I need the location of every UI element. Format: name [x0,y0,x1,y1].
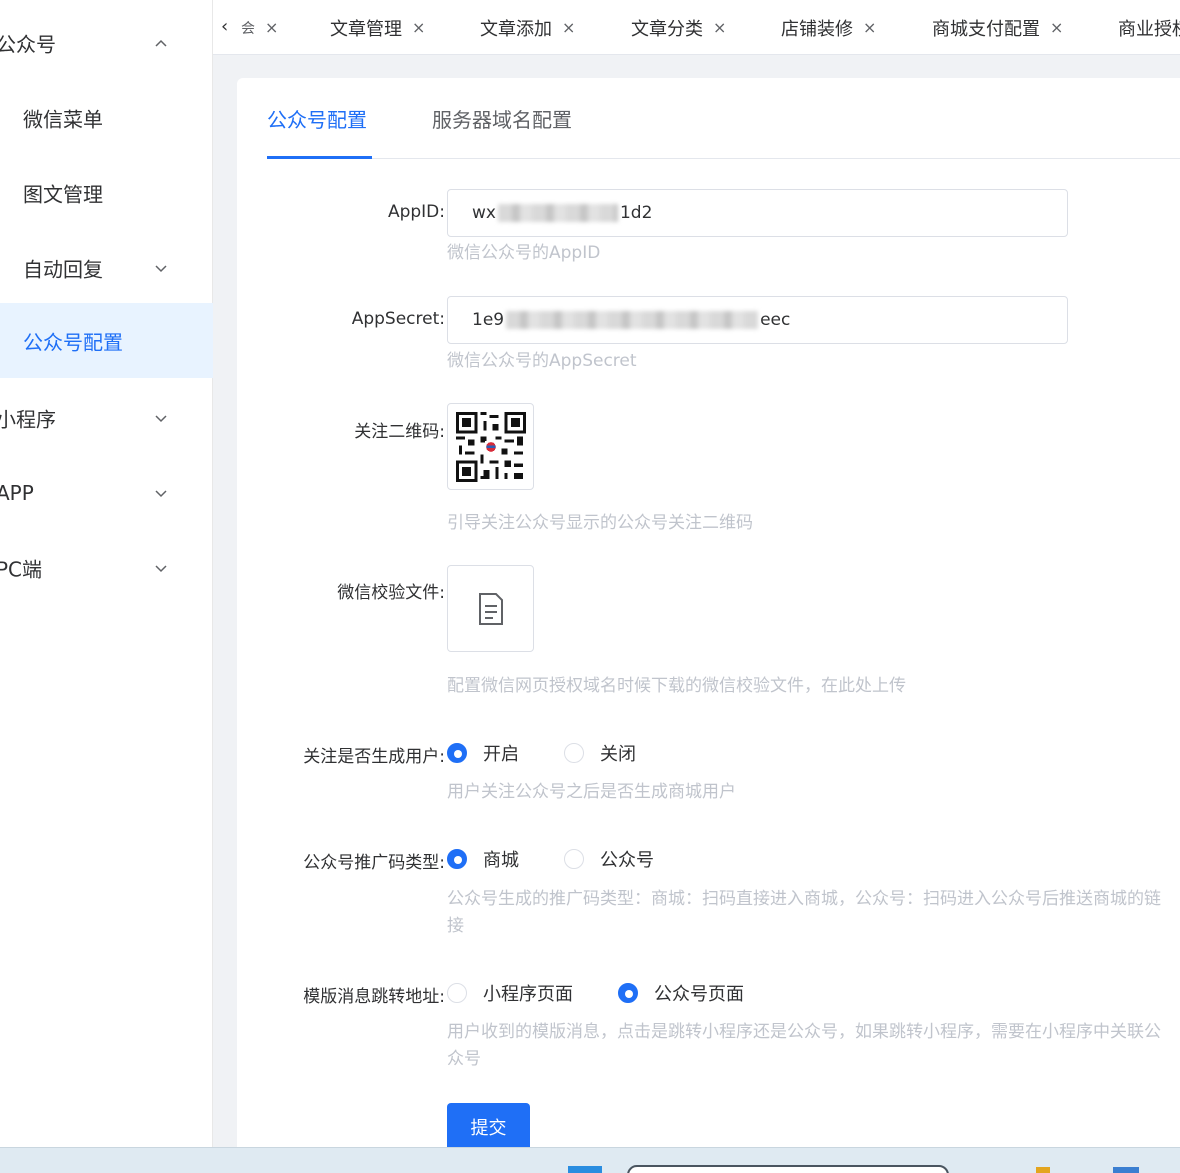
radio-label: 开启 [483,744,519,765]
radio-label: 商城 [483,850,519,871]
radio-label: 公众号 [600,850,654,871]
radio-jump-account-page[interactable]: 公众号页面 [618,980,744,1006]
tab-label: 商业授权 [1118,18,1180,40]
qrcode-label: 关注二维码: [354,422,445,442]
close-icon[interactable]: × [412,18,425,37]
sidebar-item-account-config[interactable]: 公众号配置 [0,303,213,378]
sidebar-item-auto-reply[interactable]: 自动回复 [0,230,213,305]
promo-code-type-help: 公众号生成的推广码类型：商城：扫码直接进入商城，公众号：扫码进入公众号后推送商城… [447,889,1161,936]
radio-jump-mini-program[interactable]: 小程序页面 [447,980,573,1006]
appsecret-input[interactable]: 1e9 eec [447,296,1068,344]
sidebar-item-pc[interactable]: PC端 [0,530,213,605]
tab-label: 文章添加 [480,18,552,40]
appid-input[interactable]: wx 1d2 [447,189,1068,237]
tab-label: 文章管理 [330,18,402,40]
sidebar-item-label: 自动回复 [23,257,103,281]
sidebar-item-official-account[interactable]: 公众号 [0,5,213,80]
verify-file-help: 配置微信网页授权域名时候下载的微信校验文件，在此处上传 [447,676,906,696]
config-card: 公众号配置 服务器域名配置 AppID: wx 1d2 微信公众号的AppID … [237,78,1180,1158]
submit-button[interactable]: 提交 [447,1103,530,1151]
appid-prefix: wx [472,203,496,223]
sidebar-item-label: APP [0,480,34,505]
sidebar-item-label: 图文管理 [23,182,103,206]
windows-start-icon[interactable] [568,1166,602,1173]
radio-dot [447,743,467,763]
follow-create-user-label: 关注是否生成用户: [303,747,445,767]
promo-code-type-label: 公众号推广码类型: [303,853,445,873]
appid-label: AppID: [387,202,445,222]
close-icon[interactable]: × [562,18,575,37]
appsecret-label: AppSecret: [351,309,445,329]
radio-dot [564,743,584,763]
appid-suffix: 1d2 [619,203,653,223]
radio-promo-mall[interactable]: 商城 [447,846,519,872]
sidebar-item-label: 公众号 [0,32,56,56]
appsecret-help: 微信公众号的AppSecret [447,351,637,371]
active-tab-indicator [267,156,372,159]
folder-icon[interactable] [1036,1167,1050,1173]
radio-label: 小程序页面 [483,984,573,1005]
masked-value [506,311,759,329]
chevron-down-icon [155,489,167,497]
os-taskbar [0,1147,1180,1173]
radio-follow-off[interactable]: 关闭 [564,740,636,766]
tab-business-license[interactable]: 商业授权 [1118,0,1180,54]
document-icon [478,592,503,625]
tab-article-add[interactable]: 文章添加 × [480,0,575,54]
tab-payment-config[interactable]: 商城支付配置 × [932,0,1063,54]
tab-label: 店铺装修 [781,18,853,40]
radio-dot [447,849,467,869]
qr-code-image [452,408,529,485]
tab-account-config[interactable]: 公众号配置 [267,104,367,133]
radio-label: 关闭 [600,744,636,765]
verify-file-upload[interactable] [447,565,534,652]
sidebar-item-label: PC端 [0,557,43,581]
follow-create-user-help: 用户关注公众号之后是否生成商城用户 [447,782,736,802]
sidebar-item-label: 公众号配置 [23,330,123,354]
app-icon[interactable] [1113,1167,1139,1173]
sidebar-item-label: 微信菜单 [23,107,103,131]
sidebar-item-wechat-menu[interactable]: 微信菜单 [0,80,213,155]
radio-dot [618,983,638,1003]
chevron-down-icon [155,414,167,422]
template-jump-help: 用户收到的模版消息，点击是跳转小程序还是公众号，如果跳转小程序，需要在小程序中关… [447,1022,1161,1069]
masked-value [497,204,618,222]
tab-article-management[interactable]: 文章管理 × [330,0,425,54]
chevron-down-icon [155,564,167,572]
close-icon[interactable]: × [265,18,278,37]
radio-follow-on[interactable]: 开启 [447,740,519,766]
tab-article-category[interactable]: 文章分类 × [631,0,726,54]
tab-label: 会 [241,20,255,37]
sidebar-item-label: 小程序 [0,407,56,431]
radio-label: 公众号页面 [654,984,744,1005]
radio-promo-account[interactable]: 公众号 [564,846,654,872]
tab-shop-decoration[interactable]: 店铺装修 × [781,0,876,54]
tab-partial[interactable]: 会 × [241,0,278,54]
chevron-down-icon [155,264,167,272]
qrcode-upload[interactable] [447,403,534,490]
sidebar-item-news-management[interactable]: 图文管理 [0,155,213,230]
sidebar-item-mini-program[interactable]: 小程序 [0,380,213,455]
config-tabs: 公众号配置 服务器域名配置 [267,78,1180,159]
verify-file-label: 微信校验文件: [337,583,445,603]
radio-dot [564,849,584,869]
appsecret-suffix: eec [760,310,791,330]
tabs-bar: ‹ 会 × 文章管理 × 文章添加 × 文章分类 × 店铺装修 × 商城支付配置… [213,0,1180,55]
close-icon[interactable]: × [1050,18,1063,37]
radio-dot [447,983,467,1003]
close-icon[interactable]: × [863,18,876,37]
close-icon[interactable]: × [713,18,726,37]
chevron-left-icon[interactable]: ‹ [221,16,228,37]
appsecret-prefix: 1e9 [472,310,505,330]
tab-label: 文章分类 [631,18,703,40]
chevron-up-icon [155,39,167,47]
taskbar-search-box[interactable] [627,1165,949,1173]
sidebar: 公众号 微信菜单 图文管理 自动回复 公众号配置 小程序 APP PC端 [0,0,213,1147]
qrcode-help: 引导关注公众号显示的公众号关注二维码 [447,513,753,533]
appid-help: 微信公众号的AppID [447,243,601,263]
tab-server-domain-config[interactable]: 服务器域名配置 [432,104,572,133]
template-jump-label: 模版消息跳转地址: [303,987,445,1007]
sidebar-item-app[interactable]: APP [0,455,213,530]
tab-label: 商城支付配置 [932,18,1040,40]
